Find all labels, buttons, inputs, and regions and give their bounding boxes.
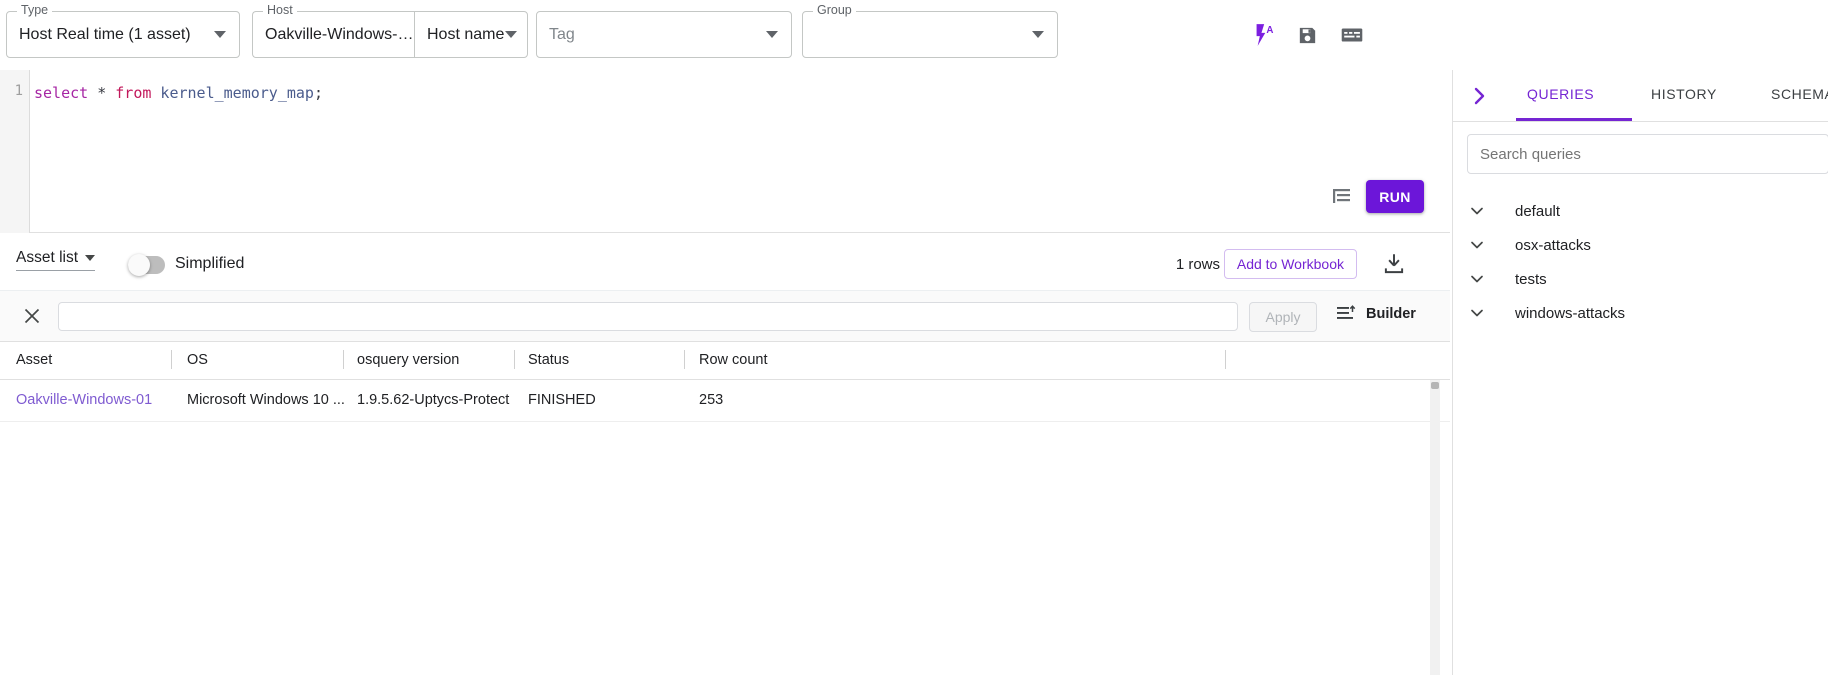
tag-select[interactable]: Tag [536, 11, 792, 58]
search-queries-input[interactable] [1467, 134, 1828, 174]
sql-star: * [88, 84, 116, 102]
type-label: Type [17, 4, 53, 16]
apply-button[interactable]: Apply [1249, 302, 1317, 332]
results-toolbar: Asset list Simplified 1 rows Add to Work… [0, 234, 1450, 290]
panel-tab-bar: QUERIES HISTORY SCHEMA [1453, 70, 1828, 122]
chevron-down-icon [1468, 236, 1486, 254]
type-value: Host Real time (1 asset) [19, 25, 191, 43]
cell-status: FINISHED [528, 392, 596, 408]
editor-gutter: 1 [0, 70, 30, 233]
sql-query-console: Type Host Real time (1 asset) Host Oakvi… [0, 0, 1828, 675]
table-header-row: Asset OS osquery version Status Row coun… [0, 342, 1450, 380]
sql-semicolon: ; [313, 84, 323, 102]
keyboard-icon[interactable] [1333, 16, 1371, 54]
results-table: Asset OS osquery version Status Row coun… [0, 342, 1450, 675]
simplified-toggle[interactable] [128, 254, 165, 276]
column-header-row-count[interactable]: Row count [699, 352, 768, 368]
tree-item-osx-attacks[interactable]: osx-attacks [1453, 228, 1828, 262]
builder-button[interactable]: Builder [1336, 305, 1416, 323]
group-select[interactable]: Group [802, 4, 1058, 58]
column-header-osquery-version[interactable]: osquery version [357, 352, 459, 368]
builder-label: Builder [1366, 306, 1416, 322]
builder-list-icon [1337, 305, 1356, 319]
close-icon[interactable] [22, 306, 42, 326]
tree-item-tests[interactable]: tests [1453, 262, 1828, 296]
chevron-down-icon [1468, 304, 1486, 322]
asset-list-dropdown[interactable]: Asset list [16, 249, 96, 271]
filter-input[interactable] [58, 302, 1238, 331]
simplified-label: Simplified [175, 255, 245, 272]
chevron-down-icon [505, 31, 517, 38]
active-tab-indicator [1516, 118, 1632, 121]
host-label: Host [263, 4, 297, 16]
tree-item-label: tests [1515, 270, 1547, 288]
chevron-down-icon [1468, 270, 1486, 288]
line-number: 1 [14, 83, 23, 99]
asset-list-label: Asset list [16, 249, 79, 266]
tree-item-label: osx-attacks [1515, 236, 1591, 254]
tag-placeholder: Tag [549, 25, 575, 43]
column-divider[interactable] [514, 350, 515, 369]
type-select[interactable]: Type Host Real time (1 asset) [6, 4, 240, 58]
column-divider[interactable] [343, 350, 344, 369]
sql-editor[interactable]: 1 select * from kernel_memory_map; [0, 70, 1450, 233]
host-value: Oakville-Windows-01 [265, 25, 414, 43]
tab-history[interactable]: HISTORY [1651, 86, 1717, 102]
right-side-panel: QUERIES HISTORY SCHEMA default osx-attac… [1452, 70, 1828, 675]
sql-from: from [115, 84, 152, 102]
cell-asset[interactable]: Oakville-Windows-01 [16, 392, 152, 408]
scrollbar-thumb[interactable] [1431, 382, 1439, 389]
column-divider[interactable] [684, 350, 685, 369]
column-divider[interactable] [1225, 350, 1226, 369]
hostname-mode-value: Host name [427, 25, 505, 43]
table-row[interactable]: Oakville-Windows-01 Microsoft Windows 10… [0, 380, 1450, 422]
run-button[interactable]: RUN [1366, 180, 1424, 213]
chevron-down-icon [1468, 202, 1486, 220]
save-icon[interactable] [1288, 16, 1326, 54]
cell-os: Microsoft Windows 10 ... [187, 392, 345, 408]
toggle-knob [128, 254, 150, 276]
column-header-asset[interactable]: Asset [16, 352, 52, 368]
tab-schema[interactable]: SCHEMA [1771, 86, 1828, 102]
tab-queries[interactable]: QUERIES [1527, 86, 1594, 102]
format-align-icon[interactable] [1332, 186, 1358, 208]
chevron-down-icon [214, 31, 226, 38]
hostname-mode-select[interactable]: Host name [414, 11, 528, 58]
row-count-text: 1 rows [1175, 256, 1220, 273]
chevron-right-icon[interactable] [1467, 84, 1491, 108]
column-header-os[interactable]: OS [187, 352, 208, 368]
add-to-workbook-button[interactable]: Add to Workbook [1223, 249, 1357, 279]
column-divider[interactable] [171, 350, 172, 369]
flash-auto-icon[interactable]: A [1243, 16, 1281, 54]
host-select[interactable]: Host Oakville-Windows-01 [252, 4, 414, 58]
chevron-down-icon [766, 31, 778, 38]
chevron-down-icon [1032, 31, 1044, 38]
table-scrollbar[interactable] [1430, 380, 1440, 675]
column-header-status[interactable]: Status [528, 352, 569, 368]
filter-row: Apply Builder [0, 290, 1450, 342]
group-label: Group [813, 4, 856, 16]
filter-toolbar: Type Host Real time (1 asset) Host Oakvi… [0, 0, 1828, 70]
tree-item-default[interactable]: default [1453, 194, 1828, 228]
sql-keyword: select [34, 84, 89, 102]
sql-code[interactable]: select * from kernel_memory_map; [34, 83, 323, 103]
chevron-down-icon [85, 255, 96, 261]
sql-table: kernel_memory_map [151, 84, 314, 102]
svg-text:A: A [1266, 25, 1273, 36]
cell-row-count: 253 [699, 392, 724, 408]
tree-item-windows-attacks[interactable]: windows-attacks [1453, 296, 1828, 330]
cell-osquery-version: 1.9.5.62-Uptycs-Protect [357, 392, 510, 408]
tree-item-label: windows-attacks [1515, 304, 1626, 322]
tree-item-label: default [1515, 202, 1561, 220]
download-icon[interactable] [1380, 251, 1408, 277]
